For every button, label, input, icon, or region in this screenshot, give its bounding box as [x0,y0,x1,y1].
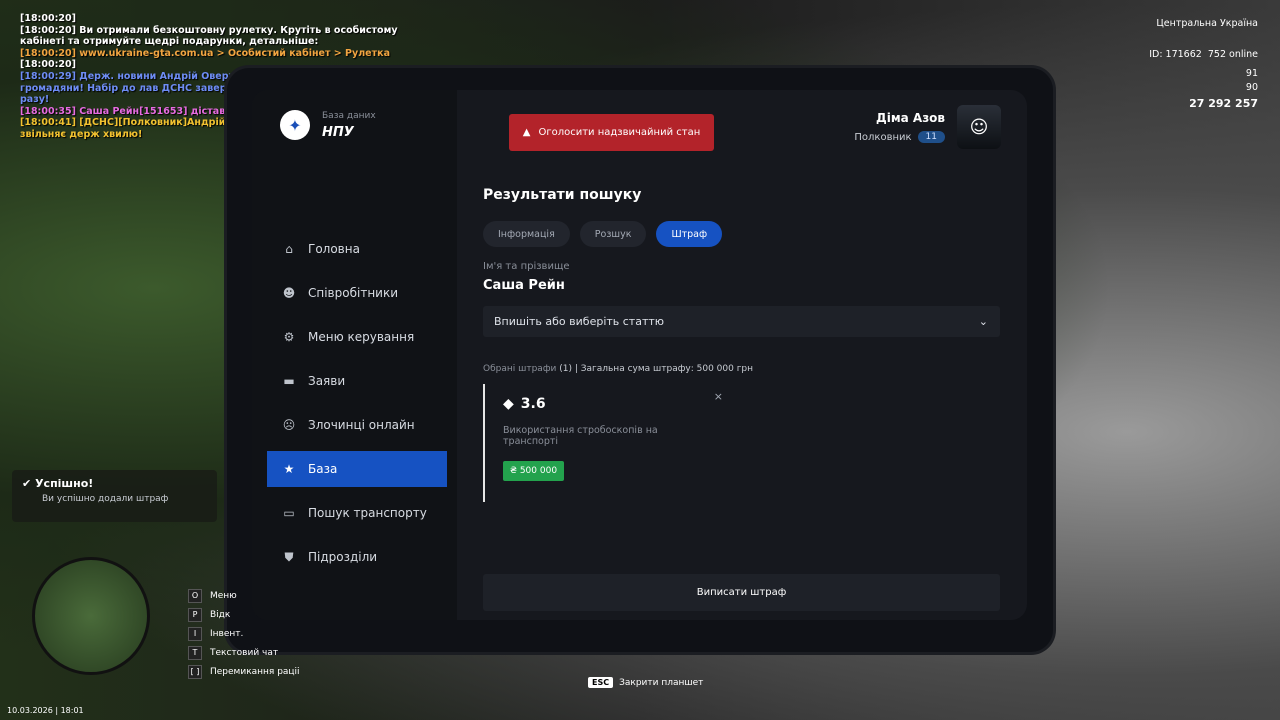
article-select[interactable]: Впишіть або виберіть статтю ⌄ [483,306,1000,337]
tag-icon: ◆ [503,396,514,412]
user-rank: Полковник [854,131,912,143]
key-cap: P [188,608,202,622]
fine-summary: Обрані штрафи (1) | Загальна сума штрафу… [483,364,1000,374]
sidebar-item-label: Співробітники [308,286,399,300]
rank-badge: 11 [917,131,945,143]
db-name: НПУ [322,124,354,140]
esc-label: Закрити планшет [619,677,704,688]
sidebar-item-label: Пошук транспорту [308,506,427,520]
shield-icon: ⛊ [284,549,294,564]
emergency-button-label: Оголосити надзвичайний стан [538,127,701,138]
key-cap: T [188,646,202,660]
issue-fine-button[interactable]: Виписати штраф [483,574,1000,611]
sidebar-item-units[interactable]: ⛊ Підрозділи [267,539,447,575]
page-title: Результати пошуку [483,187,642,203]
tab-information[interactable]: Інформація [483,221,570,247]
car-icon: ▭ [283,506,295,520]
armor-value: 90 [1245,82,1258,93]
sidebar-item-label: Злочинці онлайн [308,418,415,432]
users-icon: ☻ [282,286,296,300]
health-value: 91 [1245,68,1258,79]
sidebar-item-employees[interactable]: ☻ Співробітники [267,275,447,311]
player-id: ID: 171662 [1149,49,1202,60]
sidebar-item-control-menu[interactable]: ⚙ Меню керування [267,319,447,355]
notification-text: Ви успішно додали штраф [42,494,169,504]
sidebar-nav: ⌂ Головна ☻ Співробітники ⚙ Меню керування … [267,231,447,583]
close-icon[interactable]: × [714,390,723,403]
sidebar-item-label: Меню керування [308,330,415,344]
sidebar-item-criminals-online[interactable]: ☹ Злочинці онлайн [267,407,447,443]
key-cap: [ ] [188,665,202,679]
key-label: Інвент. [210,629,244,639]
folder-icon: ▬ [283,374,295,388]
mask-icon: ☹ [282,418,296,432]
fine-description: Використання стробоскопів на транспорті [503,425,658,447]
search-results: Результати пошуку Інформація Розшук Штра… [483,187,1000,502]
star-icon: ★ [283,462,295,476]
notification-title: Успішно! [35,477,94,490]
chat-line: [18:00:20] [20,13,76,24]
datetime: 10.03.2026 | 18:01 [7,706,84,715]
summary-total: (1) | Загальна сума штрафу: 500 000 грн [556,364,754,374]
success-notification: ✔ Успішно! Ви успішно додали штраф [12,470,217,522]
esc-key[interactable]: ESC [588,677,614,688]
key-label: Меню [210,591,237,601]
fine-card: × ◆ 3.6 Використання стробоскопів на тран… [483,384,733,502]
logo: ✦ База даних НПУ [280,110,376,140]
key-cap: O [188,589,202,603]
hud-stats: Центральна Україна ID: 171662 752 online… [1149,18,1258,110]
sidebar-item-label: Головна [308,242,360,256]
sidebar-item-label: Заяви [308,374,346,388]
sidebar-item-label: База [308,462,338,476]
sidebar-item-home[interactable]: ⌂ Головна [267,231,447,267]
chevron-down-icon: ⌄ [978,315,988,328]
avatar: ☺ [957,105,1001,149]
esc-hint: ESC Закрити планшет [588,677,703,688]
key-hints: O Меню P Відк I Інвент. T Текстовий чат [ ] П… [188,589,300,684]
name-label: Ім'я та прізвище [483,261,570,272]
key-cap: I [188,627,202,641]
warning-icon: ▲ [522,127,531,138]
key-label: Відк [210,610,231,620]
tab-wanted[interactable]: Розшук [579,221,647,247]
user-profile: Діма Азов Полковник 11 ☺ [854,105,1001,149]
sidebar-item-applications[interactable]: ▬ Заяви [267,363,447,399]
home-icon: ⌂ [285,242,293,256]
police-emblem-icon: ✦ [280,110,310,140]
tablet-screen: ✦ База даних НПУ ⌂ Головна ☻ Співробітники… [252,90,1027,620]
sidebar-item-database[interactable]: ★ База [267,451,447,487]
minimap [32,557,150,675]
money-value: 27 292 257 [1189,97,1258,110]
check-icon: ✔ [22,477,32,490]
gear-icon: ⚙ [283,330,295,344]
sidebar: ✦ База даних НПУ ⌂ Головна ☻ Співробітники… [252,90,457,620]
region-label: Центральна Україна [1156,18,1258,29]
police-tablet: ✦ База даних НПУ ⌂ Головна ☻ Співробітники… [227,68,1053,652]
tab-fine[interactable]: Штраф [656,221,723,247]
key-label: Текстовий чат [210,648,279,658]
fine-code: 3.6 [520,396,546,412]
result-tabs: Інформація Розшук Штраф [483,221,1000,247]
emergency-button[interactable]: ▲ Оголосити надзвичайний стан [509,114,714,151]
key-label: Перемикання раціі [210,667,300,677]
fine-amount: ₴ 500 000 [503,461,565,481]
user-name: Діма Азов [876,111,945,125]
db-label: База даних [322,110,376,121]
article-select-placeholder: Впишіть або виберіть статтю [494,315,665,328]
summary-prefix: Обрані штрафи [483,364,557,374]
person-name: Саша Рейн [483,278,565,293]
sidebar-item-label: Підрозділи [308,550,378,564]
chat-line: [18:00:20] Ви отримали безкоштовну рулет… [20,24,398,48]
chat-line: [18:00:20] www.ukraine-gta.com.ua > Особ… [20,47,390,59]
sidebar-item-vehicle-search[interactable]: ▭ Пошук транспорту [267,495,447,531]
online-count: 752 online [1207,49,1258,60]
